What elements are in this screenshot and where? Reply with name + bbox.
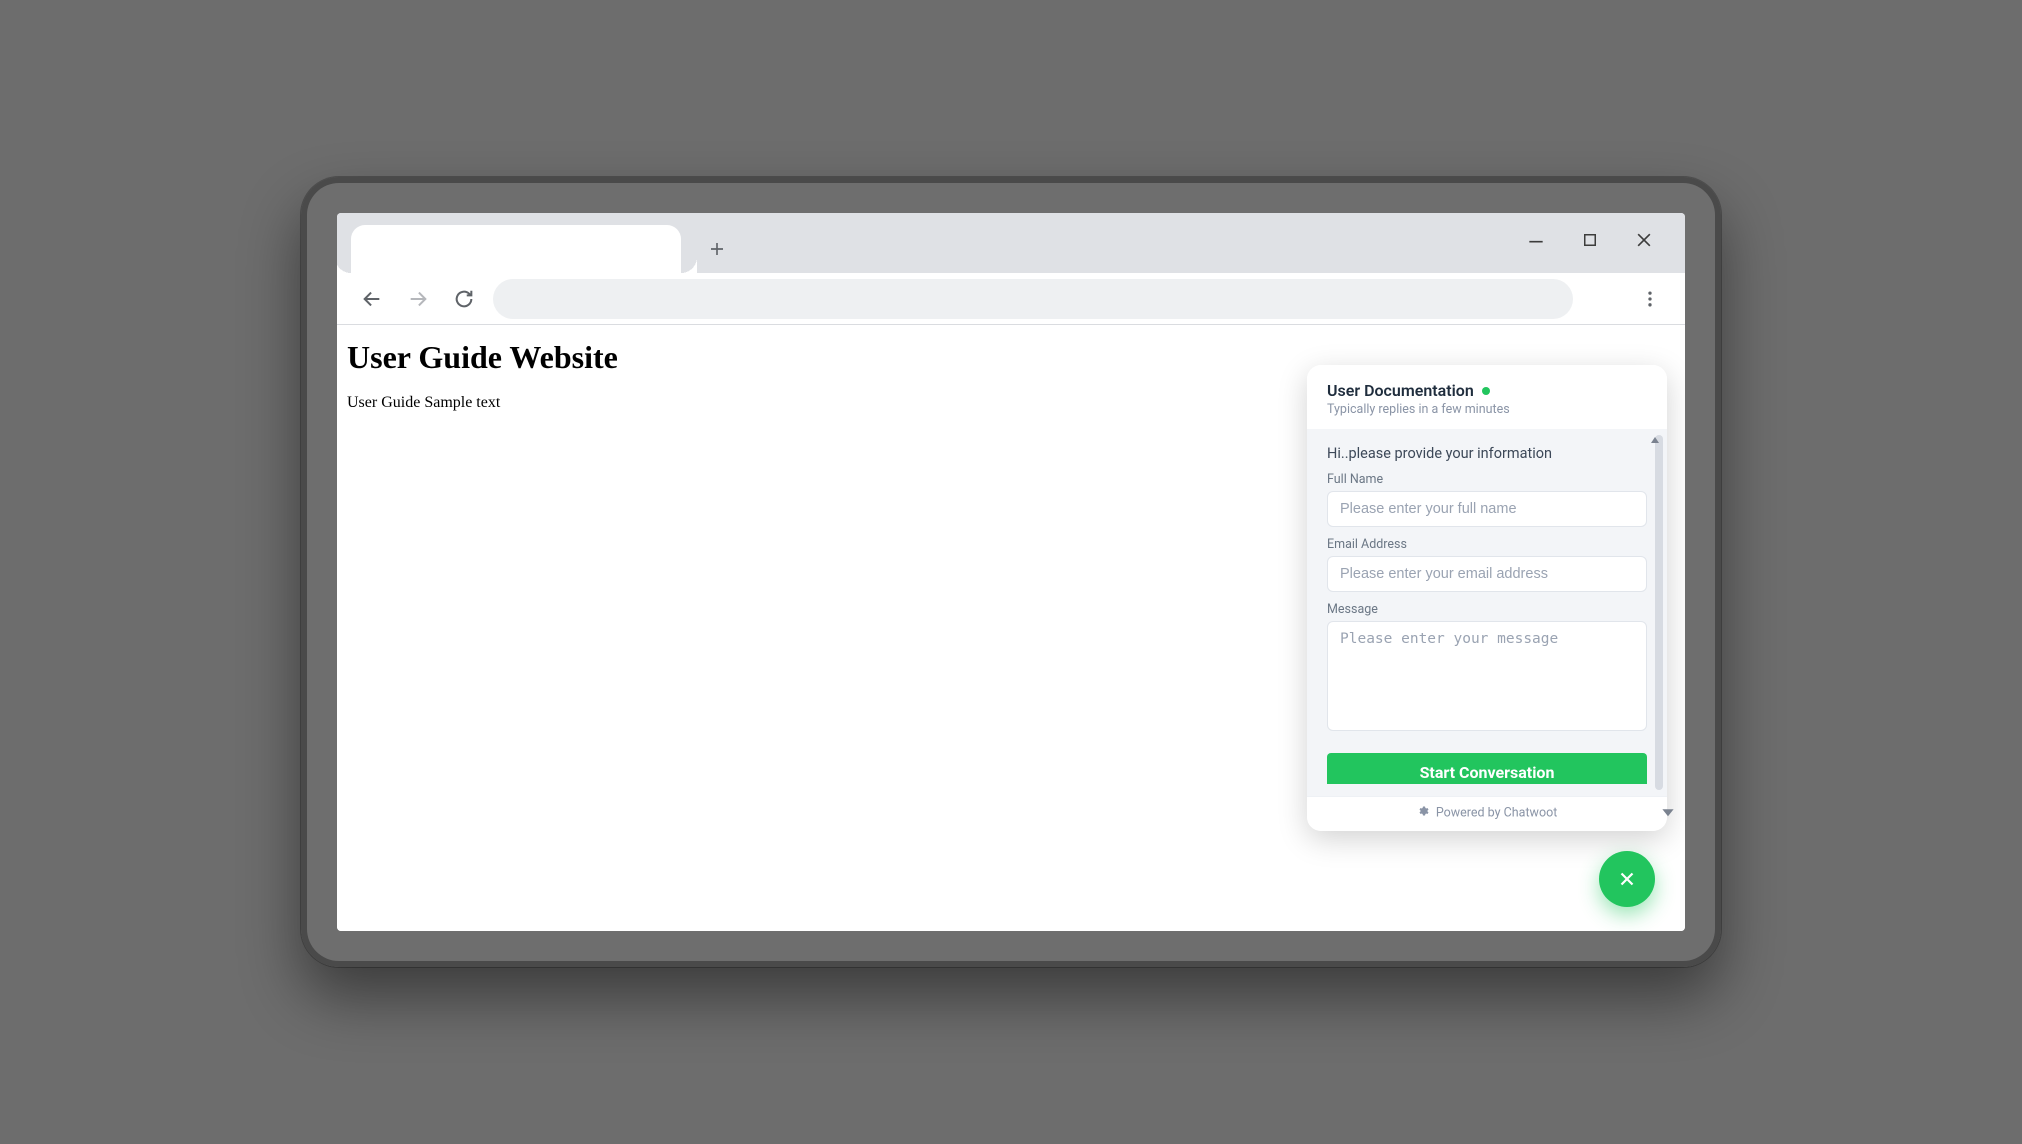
page-content: User Guide Website User Guide Sample tex…: [337, 325, 1685, 931]
reload-icon: [453, 288, 475, 310]
plus-icon: [708, 240, 726, 258]
chat-widget: User Documentation Typically replies in …: [1307, 365, 1667, 831]
window-maximize-button[interactable]: [1577, 227, 1603, 253]
minimize-icon: [1526, 230, 1546, 250]
chat-footer: Powered by Chatwoot: [1307, 796, 1667, 831]
full-name-input[interactable]: [1327, 491, 1647, 527]
close-icon: [1616, 868, 1638, 890]
arrow-left-icon: [361, 288, 383, 310]
browser-toolbar: [337, 273, 1685, 325]
email-input[interactable]: [1327, 556, 1647, 592]
window-close-button[interactable]: [1631, 227, 1657, 253]
message-label: Message: [1327, 602, 1647, 617]
browser-tab-active[interactable]: [351, 225, 681, 273]
nav-reload-button[interactable]: [447, 282, 481, 316]
chevron-down-icon: [1661, 805, 1675, 819]
email-label: Email Address: [1327, 537, 1647, 552]
nav-back-button[interactable]: [355, 282, 389, 316]
start-conversation-button[interactable]: Start Conversation: [1327, 753, 1647, 784]
chat-title: User Documentation: [1327, 381, 1474, 400]
gear-icon: [1417, 805, 1429, 821]
chat-subtitle: Typically replies in a few minutes: [1327, 402, 1647, 417]
new-tab-button[interactable]: [699, 231, 735, 267]
chat-body: Hi..please provide your information Full…: [1307, 429, 1667, 796]
device-frame: User Guide Website User Guide Sample tex…: [301, 177, 1721, 967]
address-bar[interactable]: [493, 279, 1573, 319]
window-controls: [1523, 227, 1675, 273]
nav-forward-button[interactable]: [401, 282, 435, 316]
chat-expand-caret[interactable]: [1661, 805, 1675, 819]
scroll-up-icon: [1650, 435, 1660, 445]
chat-footer-text: Powered by Chatwoot: [1436, 805, 1557, 820]
full-name-label: Full Name: [1327, 472, 1647, 487]
chat-scrollbar[interactable]: [1655, 435, 1663, 790]
window-minimize-button[interactable]: [1523, 227, 1549, 253]
arrow-right-icon: [407, 288, 429, 310]
close-icon: [1634, 230, 1654, 250]
chat-close-fab[interactable]: [1599, 851, 1655, 907]
message-textarea[interactable]: [1327, 621, 1647, 731]
chat-prompt: Hi..please provide your information: [1327, 445, 1647, 462]
browser-titlebar: [337, 213, 1685, 273]
browser-window: User Guide Website User Guide Sample tex…: [337, 213, 1685, 931]
browser-menu-button[interactable]: [1633, 282, 1667, 316]
maximize-icon: [1581, 231, 1599, 249]
chat-header: User Documentation Typically replies in …: [1307, 365, 1667, 429]
status-online-icon: [1482, 387, 1490, 395]
kebab-icon: [1640, 289, 1660, 309]
